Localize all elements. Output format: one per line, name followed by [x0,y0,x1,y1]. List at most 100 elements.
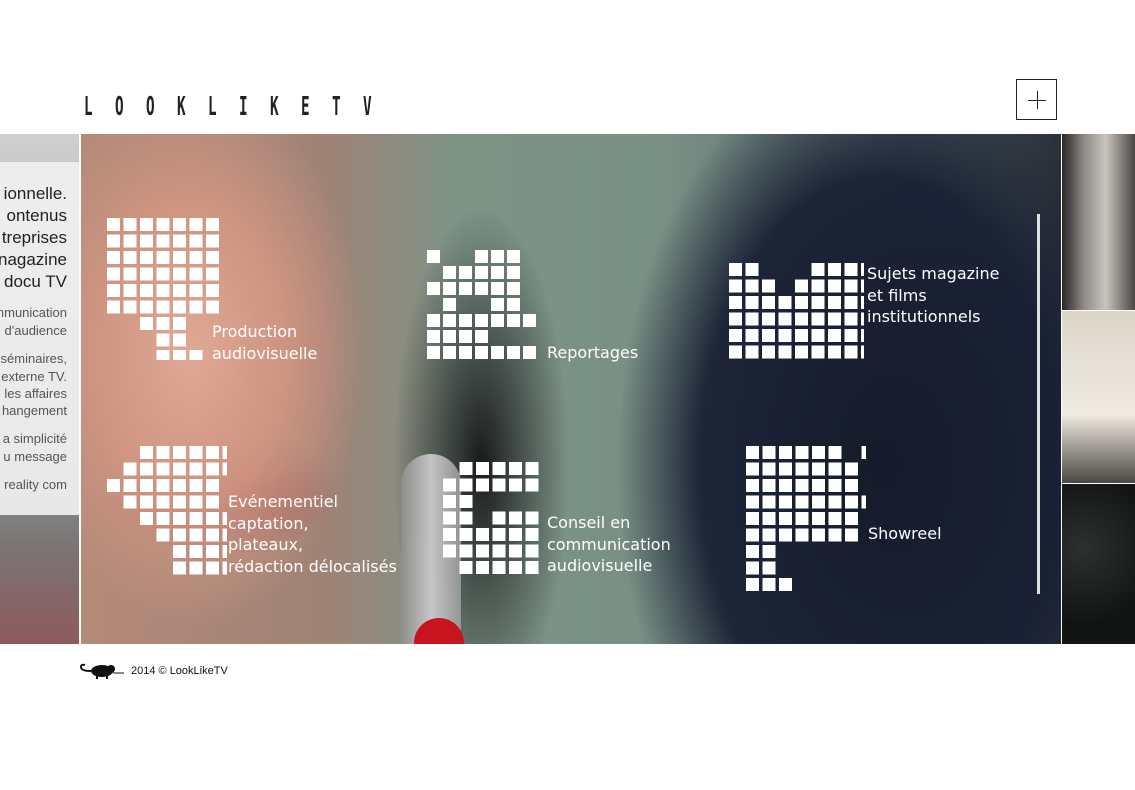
pixel-block [189,495,203,509]
pixel-block [173,284,186,297]
pixel-block [173,234,186,248]
pixel-block [189,462,203,476]
pixel-block [222,462,227,476]
pixel-block [762,495,776,509]
pixel-block [746,578,759,591]
pixel-block [525,462,539,475]
pixel-block [746,512,759,525]
pixel-block [140,234,153,248]
pixel-block [173,512,186,525]
pixel-block [475,346,488,359]
pixel-block [156,446,170,459]
pixel-block [107,300,120,314]
pixel-block [156,317,170,330]
pixel-block [492,561,506,574]
service-showreel-link[interactable]: Showreel [746,446,966,591]
slide-text-line: ontenus [6,206,68,225]
logo-letter: O [146,92,155,122]
pixel-block [762,329,775,342]
pixel-block [173,545,186,558]
hero-slide: Production audiovisuelle Reportages Suje… [81,134,1061,644]
pixel-block [459,544,473,558]
pixel-block [746,528,759,542]
logo-letter: L [84,92,93,122]
pixel-block [795,329,808,342]
pixel-block [189,284,203,297]
pixel-block [173,267,186,281]
pixel-block [491,346,504,359]
pixel-block [525,511,539,525]
slide-photo [1062,134,1135,310]
pixel-m-icon [729,263,864,359]
pixel-block [509,528,522,541]
service-conseil-link[interactable]: Conseil en communication audiovisuelle [443,462,693,577]
service-reportages-link[interactable]: Reportages [427,250,657,365]
pixel-block [156,462,170,476]
pixel-block [523,346,536,359]
logo-letter: L [208,92,217,122]
pixel-block [123,300,137,314]
pixel-block [173,251,186,264]
site-logo[interactable]: L O O K L I K E T V [84,92,394,122]
pixel-block [189,218,203,231]
service-sujets-link[interactable]: Sujets magazine et films institutionnels [729,263,1019,363]
service-label-line: Production [212,322,298,341]
pixel-block [206,267,219,281]
pixel-block [123,495,137,509]
pixel-block [206,495,219,509]
pixel-block [173,561,186,575]
pixel-block [222,512,227,525]
service-label-line: plateaux, [228,535,304,554]
slide-photo [1062,484,1135,644]
previous-slide[interactable]: ionnelle. ontenus treprises nagazine doc… [0,134,79,644]
service-label: Conseil en communication audiovisuelle [547,512,671,577]
slide-text-line: a simplicité [2,431,67,446]
pixel-1-icon [107,218,219,360]
pixel-block [525,478,539,492]
pixel-block [509,478,522,492]
pixel-block [156,251,170,264]
next-slide[interactable] [1062,134,1135,644]
chameleon-icon [79,663,124,679]
service-evenementiel-link[interactable]: Evénementiel captation, plateaux, rédact… [107,446,417,576]
pixel-block [443,266,456,279]
pixel-block [427,314,440,327]
pixel-block [795,446,809,459]
logo-letter: I [239,92,248,122]
pixel-block [459,282,472,295]
pixel-block [206,251,219,264]
service-label-line: Reportages [547,343,639,362]
pixel-block [156,528,170,542]
pixel-block [828,329,841,342]
pixel-block [844,329,858,342]
pixel-block [107,267,120,281]
pixel-block [491,314,504,327]
slide-text-line: d'audience [4,323,67,338]
pixel-block [140,218,153,231]
pixel-block [189,512,203,525]
menu-toggle-button[interactable] [1016,79,1057,120]
pixel-block [222,446,227,459]
service-production-link[interactable]: Production audiovisuelle [107,218,337,368]
service-label: Showreel [868,523,942,545]
pixel-block [828,528,842,542]
service-label-line: audiovisuelle [547,556,653,575]
pixel-block [222,545,227,558]
service-label-line: Sujets magazine [867,264,1000,283]
pixel-block [189,267,203,281]
pixel-block [156,512,170,525]
pixel-block [459,314,472,327]
vertical-scrollbar[interactable] [1037,214,1040,594]
pixel-block [475,314,488,327]
pixel-block [492,511,506,525]
pixel-block [844,345,858,359]
pixel-block [107,479,120,492]
pixel-block [779,528,792,542]
pixel-block [779,446,792,459]
pixel-block [173,528,186,542]
pixel-block [778,345,792,359]
pixel-block [778,329,792,342]
pixel-block [779,495,792,509]
pixel-block [189,479,203,492]
pixel-block [492,544,506,558]
